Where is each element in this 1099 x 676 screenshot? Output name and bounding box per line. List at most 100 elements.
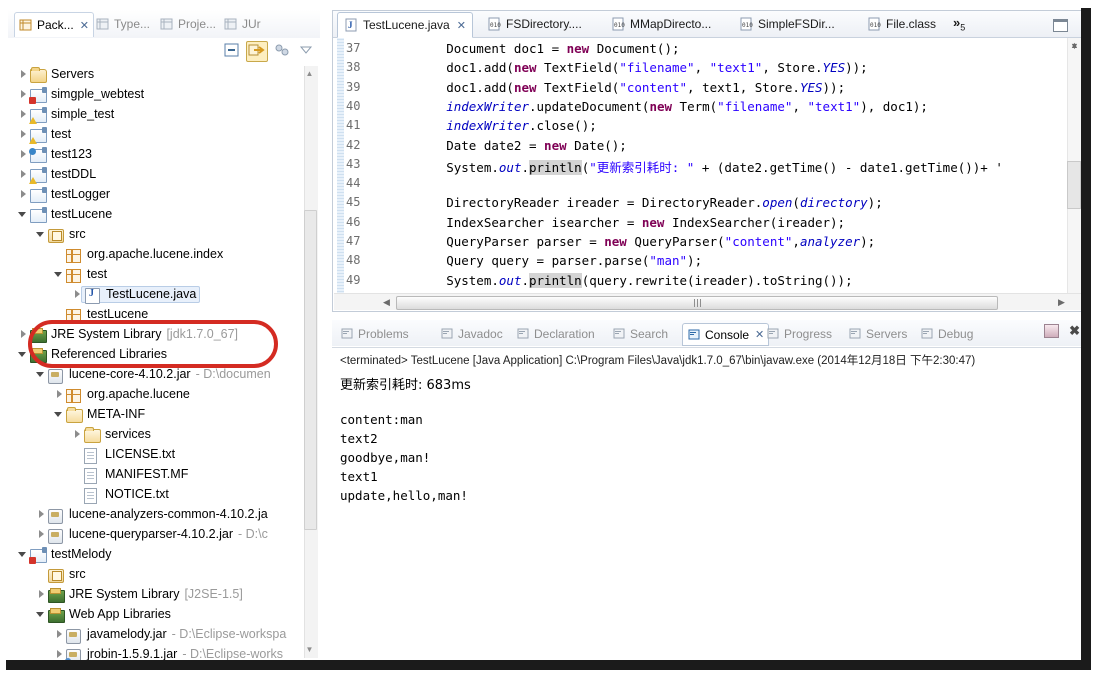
tree-item[interactable]: JRE System Library [J2SE-1.5]	[36, 584, 243, 604]
tree-item-content: TestLucene.java	[81, 285, 201, 304]
scroll-down-arrow[interactable]: ▼	[304, 644, 315, 656]
chevron-right-icon[interactable]	[18, 109, 29, 120]
tree-item[interactable]: Referenced Libraries	[18, 344, 167, 364]
package-explorer-tree[interactable]: Servers simgple_webtest simple_test test tes…	[10, 64, 310, 660]
chevron-down-icon[interactable]	[18, 349, 29, 360]
chevron-down-icon[interactable]	[36, 609, 47, 620]
tree-item[interactable]: MANIFEST.MF	[72, 464, 188, 484]
console-panel-tab-6[interactable]: Servers	[844, 323, 911, 344]
tree-item[interactable]: src	[36, 224, 86, 244]
package-explorer-scroll-thumb[interactable]	[304, 210, 317, 530]
chevron-right-icon[interactable]	[18, 189, 29, 200]
editor-tab-overflow-button[interactable]: »5	[953, 15, 965, 33]
tree-item[interactable]: org.apache.lucene	[54, 384, 190, 404]
view-menu-button[interactable]	[298, 41, 318, 60]
chevron-down-icon[interactable]	[18, 209, 29, 220]
editor-vertical-scroll-thumb[interactable]	[1067, 161, 1081, 209]
console-output-area[interactable]: <terminated> TestLucene [Java Applicatio…	[332, 347, 1084, 662]
tree-item[interactable]: javamelody.jar - D:\Eclipse-workspa	[54, 624, 286, 644]
chevron-right-icon[interactable]	[72, 429, 83, 440]
link-with-editor-button[interactable]	[246, 41, 268, 62]
editor-horizontal-scroll-thumb[interactable]	[396, 296, 998, 310]
console-panel-tab-0[interactable]: Problems	[336, 323, 413, 344]
package-explorer-tab-1[interactable]: Type...	[92, 12, 154, 36]
chevron-right-icon[interactable]	[72, 289, 83, 300]
chevron-right-icon[interactable]	[18, 89, 29, 100]
chevron-right-icon[interactable]	[18, 169, 29, 180]
chevron-right-icon[interactable]	[18, 329, 29, 340]
chevron-down-icon[interactable]	[54, 409, 65, 420]
chevron-right-icon[interactable]	[54, 629, 65, 640]
tree-item[interactable]: testDDL	[18, 164, 96, 184]
tree-item[interactable]: lucene-analyzers-common-4.10.2.ja	[36, 504, 268, 524]
chevron-right-icon[interactable]	[36, 589, 47, 600]
editor-scroll-down-arrow[interactable]: ▼	[1070, 41, 1079, 51]
editor-tab-1[interactable]: 010 FSDirectory....	[481, 12, 588, 36]
editor-tab-2[interactable]: 010 MMapDirecto...	[605, 12, 717, 36]
chevron-right-icon[interactable]	[36, 529, 47, 540]
editor-tab-0[interactable]: J TestLucene.java ✕	[337, 12, 473, 38]
tree-item-content: jrobin-1.5.9.1.jar - D:\Eclipse-works	[65, 647, 283, 660]
tree-item[interactable]: Servers	[18, 64, 94, 84]
chevron-down-icon[interactable]	[54, 269, 65, 280]
tree-item[interactable]: lucene-queryparser-4.10.2.jar - D:\c	[36, 524, 268, 544]
package-explorer-tab-0[interactable]: Pack... ✕	[14, 12, 94, 37]
tree-item[interactable]: LICENSE.txt	[72, 444, 175, 464]
close-icon[interactable]: ✕	[80, 19, 89, 32]
tree-item[interactable]: src	[36, 564, 86, 584]
close-icon[interactable]: ✕	[457, 19, 466, 32]
maximize-icon[interactable]: ✖	[1069, 324, 1080, 337]
editor-minimize-button[interactable]	[1053, 19, 1068, 32]
code-editor-area: J TestLucene.java ✕ 010 FSDirectory.... 010 MM…	[332, 10, 1084, 312]
console-panel-tab-3[interactable]: Search	[608, 323, 672, 344]
chevron-right-icon[interactable]	[54, 649, 65, 660]
tree-item[interactable]: testLucene	[18, 204, 112, 224]
chevron-down-icon[interactable]	[36, 229, 47, 240]
console-panel-tab-7[interactable]: Debug	[916, 323, 977, 344]
code-text-area[interactable]: 37 Document doc1 = new Document(); 38 doc…	[334, 38, 1082, 295]
tree-item[interactable]: TestLucene.java	[72, 284, 201, 304]
tree-item[interactable]: simgple_webtest	[18, 84, 144, 104]
tree-item[interactable]: lucene-core-4.10.2.jar - D:\documen	[36, 364, 271, 384]
code-line: indexWriter.close();	[386, 118, 597, 133]
tree-item-content: Referenced Libraries	[30, 347, 167, 363]
tree-item[interactable]: jrobin-1.5.9.1.jar - D:\Eclipse-works	[54, 644, 283, 660]
tree-item[interactable]: testLogger	[18, 184, 110, 204]
tree-item[interactable]: Web App Libraries	[36, 604, 171, 624]
chevron-right-icon[interactable]	[18, 149, 29, 160]
tree-item[interactable]: testMelody	[18, 544, 111, 564]
editor-scroll-left-arrow[interactable]: ◀	[382, 297, 391, 307]
chevron-down-icon[interactable]	[18, 549, 29, 560]
collapse-all-button[interactable]	[222, 41, 242, 60]
chevron-right-icon[interactable]	[36, 509, 47, 520]
focus-on-active-task-button[interactable]	[272, 41, 292, 60]
chevron-down-icon[interactable]	[36, 369, 47, 380]
console-panel-tab-1[interactable]: Javadoc	[436, 323, 507, 344]
tree-item[interactable]: JRE System Library [jdk1.7.0_67]	[18, 324, 238, 344]
console-panel-tab-4[interactable]: Console ✕	[682, 323, 770, 346]
minimize-icon[interactable]	[1044, 324, 1060, 338]
tree-item[interactable]: testLucene	[54, 304, 148, 324]
library-icon	[30, 327, 47, 343]
editor-horizontal-scrollbar[interactable]: ◀ ▶	[334, 293, 1082, 310]
console-panel-tab-5[interactable]: Progress	[762, 323, 836, 344]
editor-tab-3[interactable]: 010 SimpleFSDir...	[733, 12, 841, 36]
tree-item[interactable]: NOTICE.txt	[72, 484, 169, 504]
tree-item[interactable]: test	[54, 264, 107, 284]
console-panel-tab-2[interactable]: Declaration	[512, 323, 599, 344]
package-explorer-tab-2[interactable]: Proje...	[156, 12, 220, 36]
editor-scroll-right-arrow[interactable]: ▶	[1057, 297, 1066, 307]
tree-item[interactable]: test	[18, 124, 71, 144]
tree-item-label: testLucene	[51, 207, 113, 221]
chevron-right-icon[interactable]	[18, 69, 29, 80]
tree-item[interactable]: org.apache.lucene.index	[54, 244, 223, 264]
chevron-right-icon[interactable]	[54, 389, 65, 400]
chevron-right-icon[interactable]	[18, 129, 29, 140]
package-explorer-tab-3[interactable]: JUr	[220, 12, 265, 36]
tree-item[interactable]: services	[72, 424, 151, 444]
tree-item[interactable]: test123	[18, 144, 92, 164]
scroll-up-arrow[interactable]: ▲	[304, 68, 315, 80]
editor-tab-4[interactable]: 010 File.class	[861, 12, 942, 36]
tree-item[interactable]: META-INF	[54, 404, 145, 424]
tree-item[interactable]: simple_test	[18, 104, 114, 124]
